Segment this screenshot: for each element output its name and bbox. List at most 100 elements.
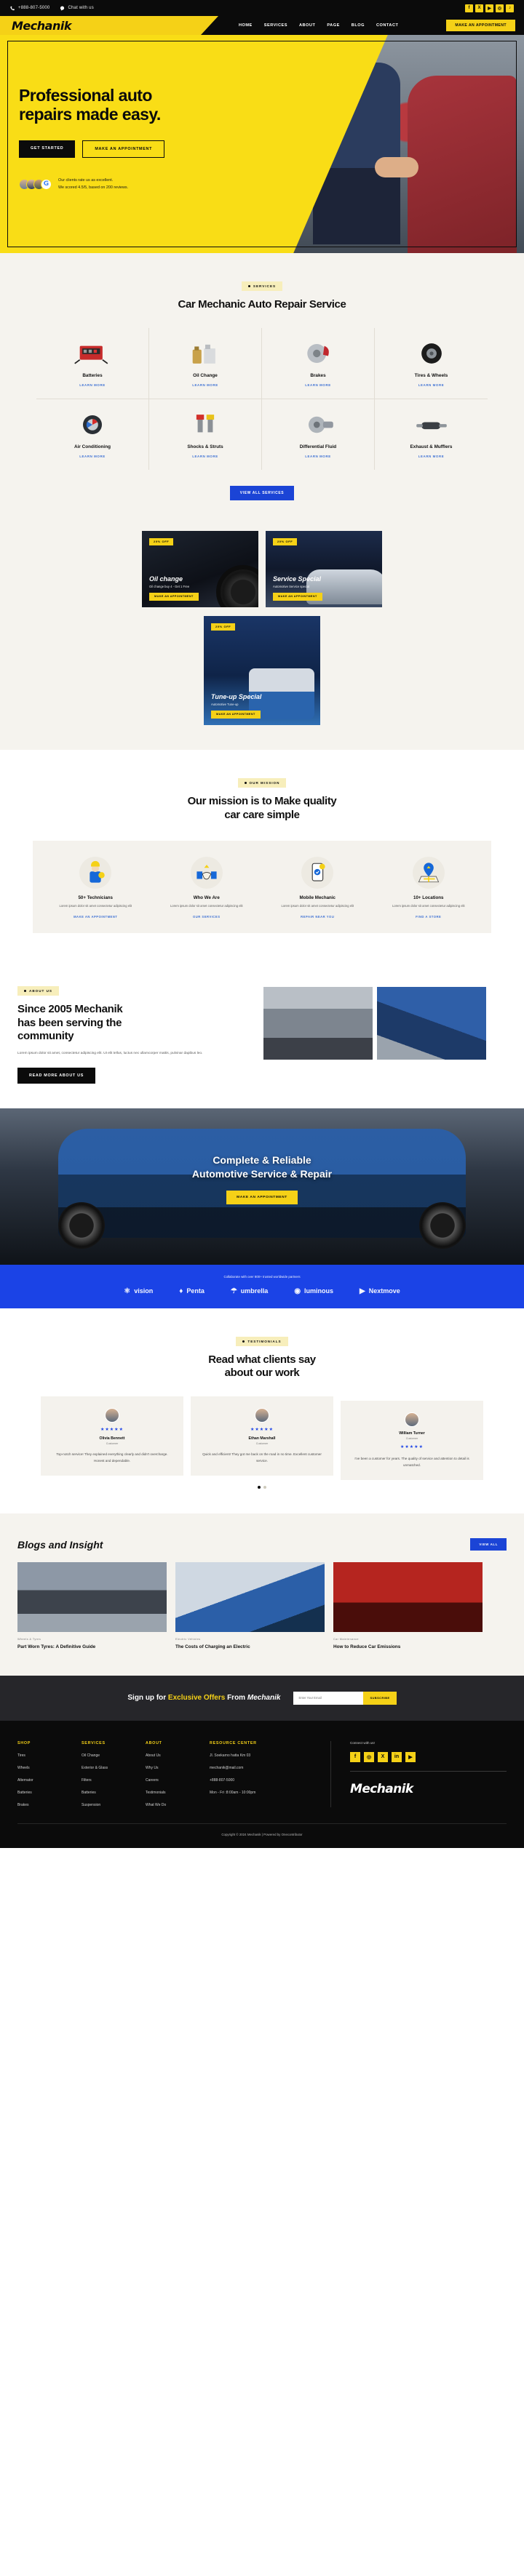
- nav-item-page[interactable]: PAGE: [327, 23, 339, 28]
- facebook-icon[interactable]: f: [350, 1751, 360, 1762]
- nav-item-home[interactable]: HOME: [239, 23, 253, 28]
- email-field[interactable]: [293, 1691, 364, 1705]
- service-learn-more[interactable]: LEARN MORE: [41, 455, 144, 458]
- service-card-exhaust-mufflers[interactable]: Exhaust & Mufflers LEARN MORE: [375, 399, 488, 470]
- partner-logo-nextmove: ▶ Nextmove: [360, 1287, 400, 1295]
- footer-link[interactable]: Alternator: [17, 1778, 82, 1783]
- service-card-shocks-struts[interactable]: Shocks & Struts LEARN MORE: [149, 399, 262, 470]
- footer-link[interactable]: Exterior & Glass: [82, 1766, 146, 1770]
- service-learn-more[interactable]: LEARN MORE: [379, 383, 483, 387]
- get-started-button[interactable]: GET STARTED: [19, 140, 76, 158]
- carousel-dots[interactable]: [17, 1486, 507, 1489]
- twitter-x-icon[interactable]: X: [378, 1751, 388, 1762]
- footer-link[interactable]: Why Us: [146, 1766, 210, 1770]
- youtube-icon[interactable]: ▶: [405, 1751, 416, 1762]
- hero-appointment-button[interactable]: MAKE AN APPOINTMENT: [82, 140, 165, 158]
- logo-plate[interactable]: Mechanik: [0, 16, 218, 35]
- chat-link[interactable]: Chat with us: [60, 5, 94, 11]
- footer-link[interactable]: Tires: [17, 1753, 82, 1758]
- instagram-icon[interactable]: ◎: [364, 1751, 374, 1762]
- blog-post-title[interactable]: How to Reduce Car Emissions: [333, 1644, 483, 1651]
- rating-stars: ★★★★★: [250, 1428, 274, 1433]
- subscribe-button[interactable]: SUBSCRIBE: [363, 1691, 397, 1705]
- header-appointment-button[interactable]: MAKE AN APPOINTMENT: [446, 20, 515, 31]
- pill-dot-icon: [244, 781, 247, 784]
- footer-link[interactable]: Careers: [146, 1778, 210, 1783]
- instagram-icon[interactable]: ◎: [496, 4, 504, 12]
- promo-subtitle: Oil change buy 4 - Get 1 Free: [149, 584, 190, 588]
- partner-logo-vision: ⚛ vision: [124, 1287, 153, 1295]
- promo-appointment-button[interactable]: MAKE AN APPOINTMENT: [273, 592, 322, 601]
- testimonials-pill-label: TESTIMONIALS: [247, 1339, 282, 1343]
- linkedin-icon[interactable]: in: [392, 1751, 402, 1762]
- phone-link[interactable]: +888-807-5000: [10, 5, 49, 11]
- promo-appointment-button[interactable]: MAKE AN APPOINTMENT: [211, 710, 261, 719]
- carousel-dot[interactable]: [263, 1486, 266, 1489]
- footer-column-head: SERVICES: [82, 1740, 106, 1745]
- testimonial-name: William Turner: [399, 1431, 425, 1436]
- footer-column-shop: SHOP Tires Wheels Alternator Batteries B…: [17, 1741, 82, 1807]
- footer-link[interactable]: Filters: [82, 1778, 146, 1783]
- partner-name: Nextmove: [368, 1287, 400, 1295]
- promo-card-tuneup-special[interactable]: 20% OFF Tune-up Special Automotive Tune-…: [204, 615, 320, 725]
- service-card-air-conditioning[interactable]: Air Conditioning LEARN MORE: [36, 399, 149, 470]
- newsletter-section: Sign up for Exclusive Offers From Mechan…: [0, 1675, 524, 1721]
- view-all-services-button[interactable]: VIEW ALL SERVICES: [229, 485, 295, 500]
- footer-link[interactable]: Oil Change: [82, 1753, 146, 1758]
- service-learn-more[interactable]: LEARN MORE: [41, 383, 144, 387]
- mission-cell-link[interactable]: OUR SERVICES: [157, 915, 257, 919]
- footer-link[interactable]: Brakes: [17, 1803, 82, 1807]
- cta-banner-section: Complete & Reliable Automotive Service &…: [0, 1108, 524, 1265]
- blog-view-all-button[interactable]: VIEW ALL: [470, 1538, 507, 1551]
- blog-post-title[interactable]: Part Worn Tyres: A Definitive Guide: [17, 1644, 167, 1651]
- promo-card-service-special[interactable]: 20% OFF Service Special Automotive Servi…: [266, 530, 382, 607]
- phone-icon: [10, 5, 15, 11]
- footer-link[interactable]: Batteries: [82, 1791, 146, 1795]
- nav-item-services[interactable]: SERVICES: [264, 23, 287, 28]
- blog-card[interactable]: Car Maintenance How to Reduce Car Emissi…: [333, 1562, 483, 1651]
- footer-social-links: f ◎ X in ▶: [350, 1751, 507, 1762]
- cta-appointment-button[interactable]: MAKE AN APPOINTMENT: [226, 1191, 298, 1205]
- service-learn-more[interactable]: LEARN MORE: [266, 383, 370, 387]
- footer-link[interactable]: About Us: [146, 1753, 210, 1758]
- service-learn-more[interactable]: LEARN MORE: [379, 455, 483, 458]
- twitter-x-icon[interactable]: X: [475, 4, 483, 12]
- promo-card-oil-change[interactable]: 20% OFF Oil change Oil change buy 4 - Ge…: [142, 530, 258, 607]
- blog-card[interactable]: Wheels & Tyres Part Worn Tyres: A Defini…: [17, 1562, 167, 1651]
- services-pill: SERVICES: [241, 281, 283, 291]
- tiktok-icon[interactable]: ♪: [506, 4, 514, 12]
- footer-link[interactable]: Testimonials: [146, 1791, 210, 1795]
- read-more-about-us-button[interactable]: READ MORE ABOUT US: [17, 1067, 95, 1084]
- service-card-oil-change[interactable]: Oil Change LEARN MORE: [149, 327, 262, 399]
- footer-email[interactable]: mechanik@mail.com: [210, 1766, 311, 1770]
- footer-link[interactable]: Batteries: [17, 1791, 82, 1795]
- promo-subtitle: Automotive Tune-up: [211, 702, 239, 706]
- service-learn-more[interactable]: LEARN MORE: [266, 455, 370, 458]
- nav-item-contact[interactable]: CONTACT: [376, 23, 398, 28]
- service-card-batteries[interactable]: Batteries LEARN MORE: [36, 327, 149, 399]
- service-card-tires-wheels[interactable]: Tires & Wheels LEARN MORE: [375, 328, 488, 399]
- mission-cell-link[interactable]: MAKE AN APPOINTMENT: [46, 915, 146, 919]
- mission-cell-link[interactable]: REPAIR NEAR YOU: [268, 915, 368, 919]
- footer-link[interactable]: Suspension: [82, 1803, 146, 1807]
- nav-item-blog[interactable]: BLOG: [352, 23, 365, 28]
- carousel-dot-active[interactable]: [258, 1486, 261, 1489]
- blog-post-title[interactable]: The Costs of Charging an Electric: [175, 1644, 325, 1651]
- testimonial-role: Customer: [106, 1442, 119, 1446]
- promo-appointment-button[interactable]: MAKE AN APPOINTMENT: [149, 592, 199, 601]
- footer-link[interactable]: What We Do: [146, 1803, 210, 1807]
- service-name: Batteries: [82, 372, 103, 378]
- footer-link[interactable]: Wheels: [17, 1766, 82, 1770]
- mission-cell-link[interactable]: FIND A STORE: [379, 915, 479, 919]
- footer-phone[interactable]: +888-807-5000: [210, 1778, 311, 1783]
- about-pill-label: ABOUT US: [29, 988, 52, 993]
- service-card-brakes[interactable]: Brakes LEARN MORE: [262, 327, 375, 399]
- service-learn-more[interactable]: LEARN MORE: [154, 383, 257, 387]
- blog-card[interactable]: Electric Vehicles The Costs of Charging …: [175, 1562, 325, 1651]
- promo-title: Tune-up Special: [211, 692, 262, 700]
- service-learn-more[interactable]: LEARN MORE: [154, 455, 257, 458]
- facebook-icon[interactable]: f: [465, 4, 473, 12]
- service-card-differential-fluid[interactable]: Differential Fluid LEARN MORE: [262, 399, 375, 470]
- nav-item-about[interactable]: ABOUT: [299, 23, 315, 28]
- youtube-icon[interactable]: ▶: [485, 4, 493, 12]
